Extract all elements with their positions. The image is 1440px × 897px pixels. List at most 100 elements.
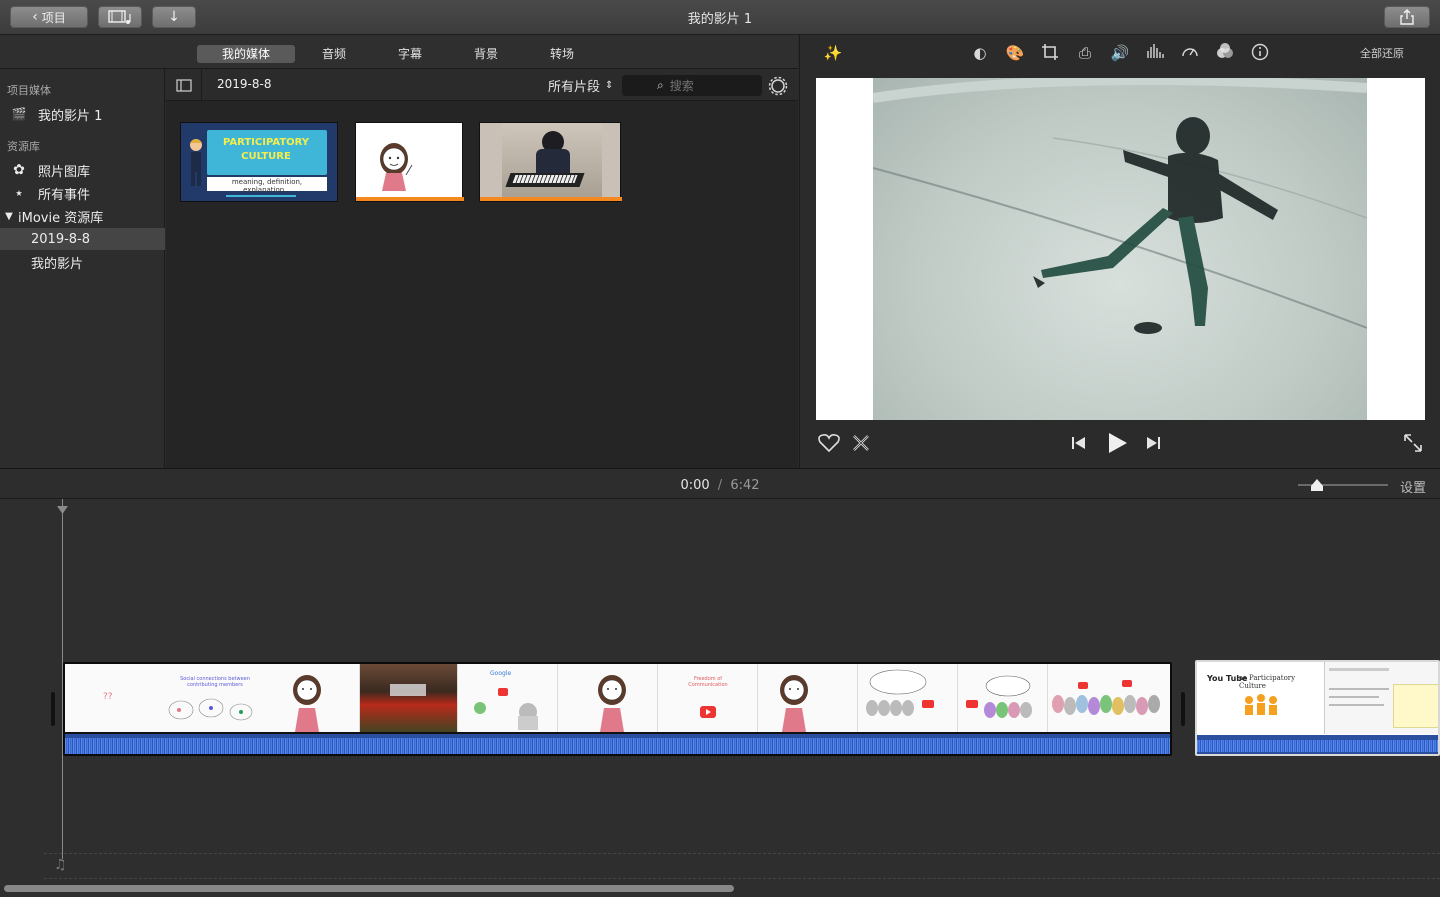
music-well[interactable]: ♫ <box>44 853 1440 879</box>
clip1-subtitle: meaning, definition, explanation... <box>231 178 303 194</box>
clip-text-youtube-title: as Participatory Culture <box>1239 674 1296 690</box>
time-separator: / <box>717 478 723 493</box>
cartoon-girl-icon <box>380 143 413 191</box>
zoom-slider-thumb[interactable] <box>1310 477 1324 491</box>
sidebar-item-photos[interactable]: ✿ 照片图库 <box>0 159 165 181</box>
clip-gap-handle[interactable] <box>1181 692 1185 726</box>
favorite-button[interactable] <box>818 433 840 455</box>
clip-frame-crowd-cartoon <box>1048 664 1170 732</box>
reject-button[interactable] <box>851 433 873 455</box>
gear-icon <box>768 76 788 96</box>
zoom-slider[interactable] <box>1298 479 1388 491</box>
library-section-label: 资源库 <box>7 140 40 153</box>
clip-thumbnail-animated-girl[interactable] <box>355 122 464 202</box>
timeline: ?? Social connections between contributi… <box>0 499 1440 897</box>
cartoon-group-icon <box>966 675 1032 718</box>
cartoon-girl-icon <box>598 675 626 732</box>
download-button[interactable]: ↓ <box>152 6 196 28</box>
clip-left-handle[interactable] <box>51 692 55 726</box>
color-balance-button[interactable]: ◐ <box>969 43 991 63</box>
clip-frame-girl-2 <box>558 664 658 732</box>
tab-backgrounds[interactable]: 背景 <box>461 45 511 63</box>
three-circles-icon <box>1217 43 1233 58</box>
cartoon-girl-icon <box>780 675 808 732</box>
browser-settings-button[interactable] <box>768 76 788 96</box>
reset-all-button[interactable]: 全部还原 <box>1360 45 1404 61</box>
back-to-projects-button[interactable]: ‹ 项目 <box>10 6 88 28</box>
skip-back-button[interactable] <box>1071 435 1089 453</box>
video-camera-icon: ⎙ <box>1078 44 1091 62</box>
expand-arrows-icon <box>1404 434 1422 452</box>
sidebar-toggle-icon <box>175 78 192 92</box>
speed-button[interactable] <box>1179 43 1201 63</box>
sidebar-item-event-my-movie[interactable]: 我的影片 <box>0 251 165 273</box>
crop-icon <box>1042 44 1058 60</box>
speaker-icon: 🔊 <box>1110 44 1130 62</box>
music-note-icon: ♫ <box>54 857 67 873</box>
noise-reduction-button[interactable] <box>1144 43 1166 63</box>
photos-flower-icon: ✿ <box>13 162 25 178</box>
search-field[interactable]: ⌕ <box>622 75 762 96</box>
sidebar-item-imovie-library[interactable]: ▼ iMovie 资源库 <box>0 205 165 227</box>
film-music-icon <box>108 10 131 24</box>
sidebar-item-project[interactable]: 🎬 我的影片 1 <box>0 103 165 125</box>
color-balance-icon: ◐ <box>973 44 987 62</box>
play-button[interactable] <box>1106 432 1130 456</box>
sidebar-item-all-events[interactable]: ⭑ 所有事件 <box>0 182 165 204</box>
skater-image <box>873 78 1367 334</box>
clip-frame-group-2 <box>958 664 1048 732</box>
fullscreen-button[interactable] <box>1403 433 1425 455</box>
skip-back-icon <box>1072 437 1085 449</box>
sidebar-item-label: 我的影片 1 <box>38 108 103 124</box>
sidebar-item-label: 所有事件 <box>38 187 91 203</box>
clip-frame-google: Google <box>458 664 558 732</box>
clip-filter-dropdown[interactable]: 所有片段 ⇕ <box>548 76 613 95</box>
updown-chevron-icon: ⇕ <box>605 80 614 91</box>
clip-info-button[interactable] <box>1249 43 1271 63</box>
reject-x-icon <box>853 435 869 451</box>
timeline-video-clip[interactable]: ?? Social connections between contributi… <box>63 662 1172 756</box>
clip-frame-girl-3 <box>758 664 858 732</box>
video-preview <box>816 78 1425 420</box>
people-group-icon <box>1245 694 1277 715</box>
timeline-video-clip-2[interactable]: You Tube as Participatory Culture <box>1195 660 1440 756</box>
disclosure-triangle-icon[interactable]: ▼ <box>0 211 18 222</box>
volume-button[interactable]: 🔊 <box>1109 43 1131 63</box>
magic-wand-icon: ✨ <box>823 44 843 62</box>
timeline-settings-button[interactable]: 设置 <box>1400 477 1426 496</box>
skip-forward-button[interactable] <box>1145 435 1163 453</box>
tab-my-media[interactable]: 我的媒体 <box>197 45 295 63</box>
search-icon: ⌕ <box>657 78 664 92</box>
clip-frame-freedom: Freedom of Communication <box>658 664 758 732</box>
cartoon-girl-icon <box>293 675 321 732</box>
import-media-button[interactable] <box>98 6 142 28</box>
audio-waveform-2 <box>1197 735 1438 754</box>
timecode-display: 0:00 / 6:42 <box>600 478 840 493</box>
playhead-handle[interactable] <box>57 499 68 514</box>
clip-text-social: Social connections between contributing … <box>180 676 250 688</box>
magic-wand-enhance-button[interactable]: ✨ <box>822 43 844 63</box>
sidebar-item-event-2019-8-8[interactable]: 2019-8-8 <box>0 228 165 250</box>
clip-thumbnail-participatory-culture[interactable]: PARTICIPATORY CULTURE meaning, definitio… <box>180 122 338 202</box>
video-frame <box>873 78 1367 420</box>
sidebar-item-label: 我的影片 <box>31 256 84 272</box>
back-button-label: 项目 <box>41 10 66 25</box>
timeline-horizontal-scrollbar[interactable] <box>4 885 734 892</box>
tab-audio[interactable]: 音频 <box>309 45 359 63</box>
skip-forward-icon <box>1147 437 1160 449</box>
stabilization-button[interactable]: ⎙ <box>1074 43 1096 63</box>
crop-button[interactable] <box>1039 43 1061 63</box>
speech-bubbles-icon <box>168 698 253 721</box>
media-browser: PARTICIPATORY CULTURE meaning, definitio… <box>166 101 798 468</box>
chevron-left-icon: ‹ <box>32 9 38 25</box>
clip-frame-crowd-photo <box>360 664 458 732</box>
share-button[interactable] <box>1384 6 1430 28</box>
tab-transitions[interactable]: 转场 <box>537 45 587 63</box>
search-input[interactable] <box>667 77 748 94</box>
clip-filter-button[interactable] <box>1214 43 1236 63</box>
tab-titles[interactable]: 字幕 <box>385 45 435 63</box>
color-correction-button[interactable]: 🎨 <box>1004 43 1026 63</box>
clip-thumbnail-keyboard-player[interactable] <box>479 122 622 202</box>
toggle-sidebar-button[interactable] <box>166 69 202 101</box>
info-icon <box>1251 43 1269 61</box>
